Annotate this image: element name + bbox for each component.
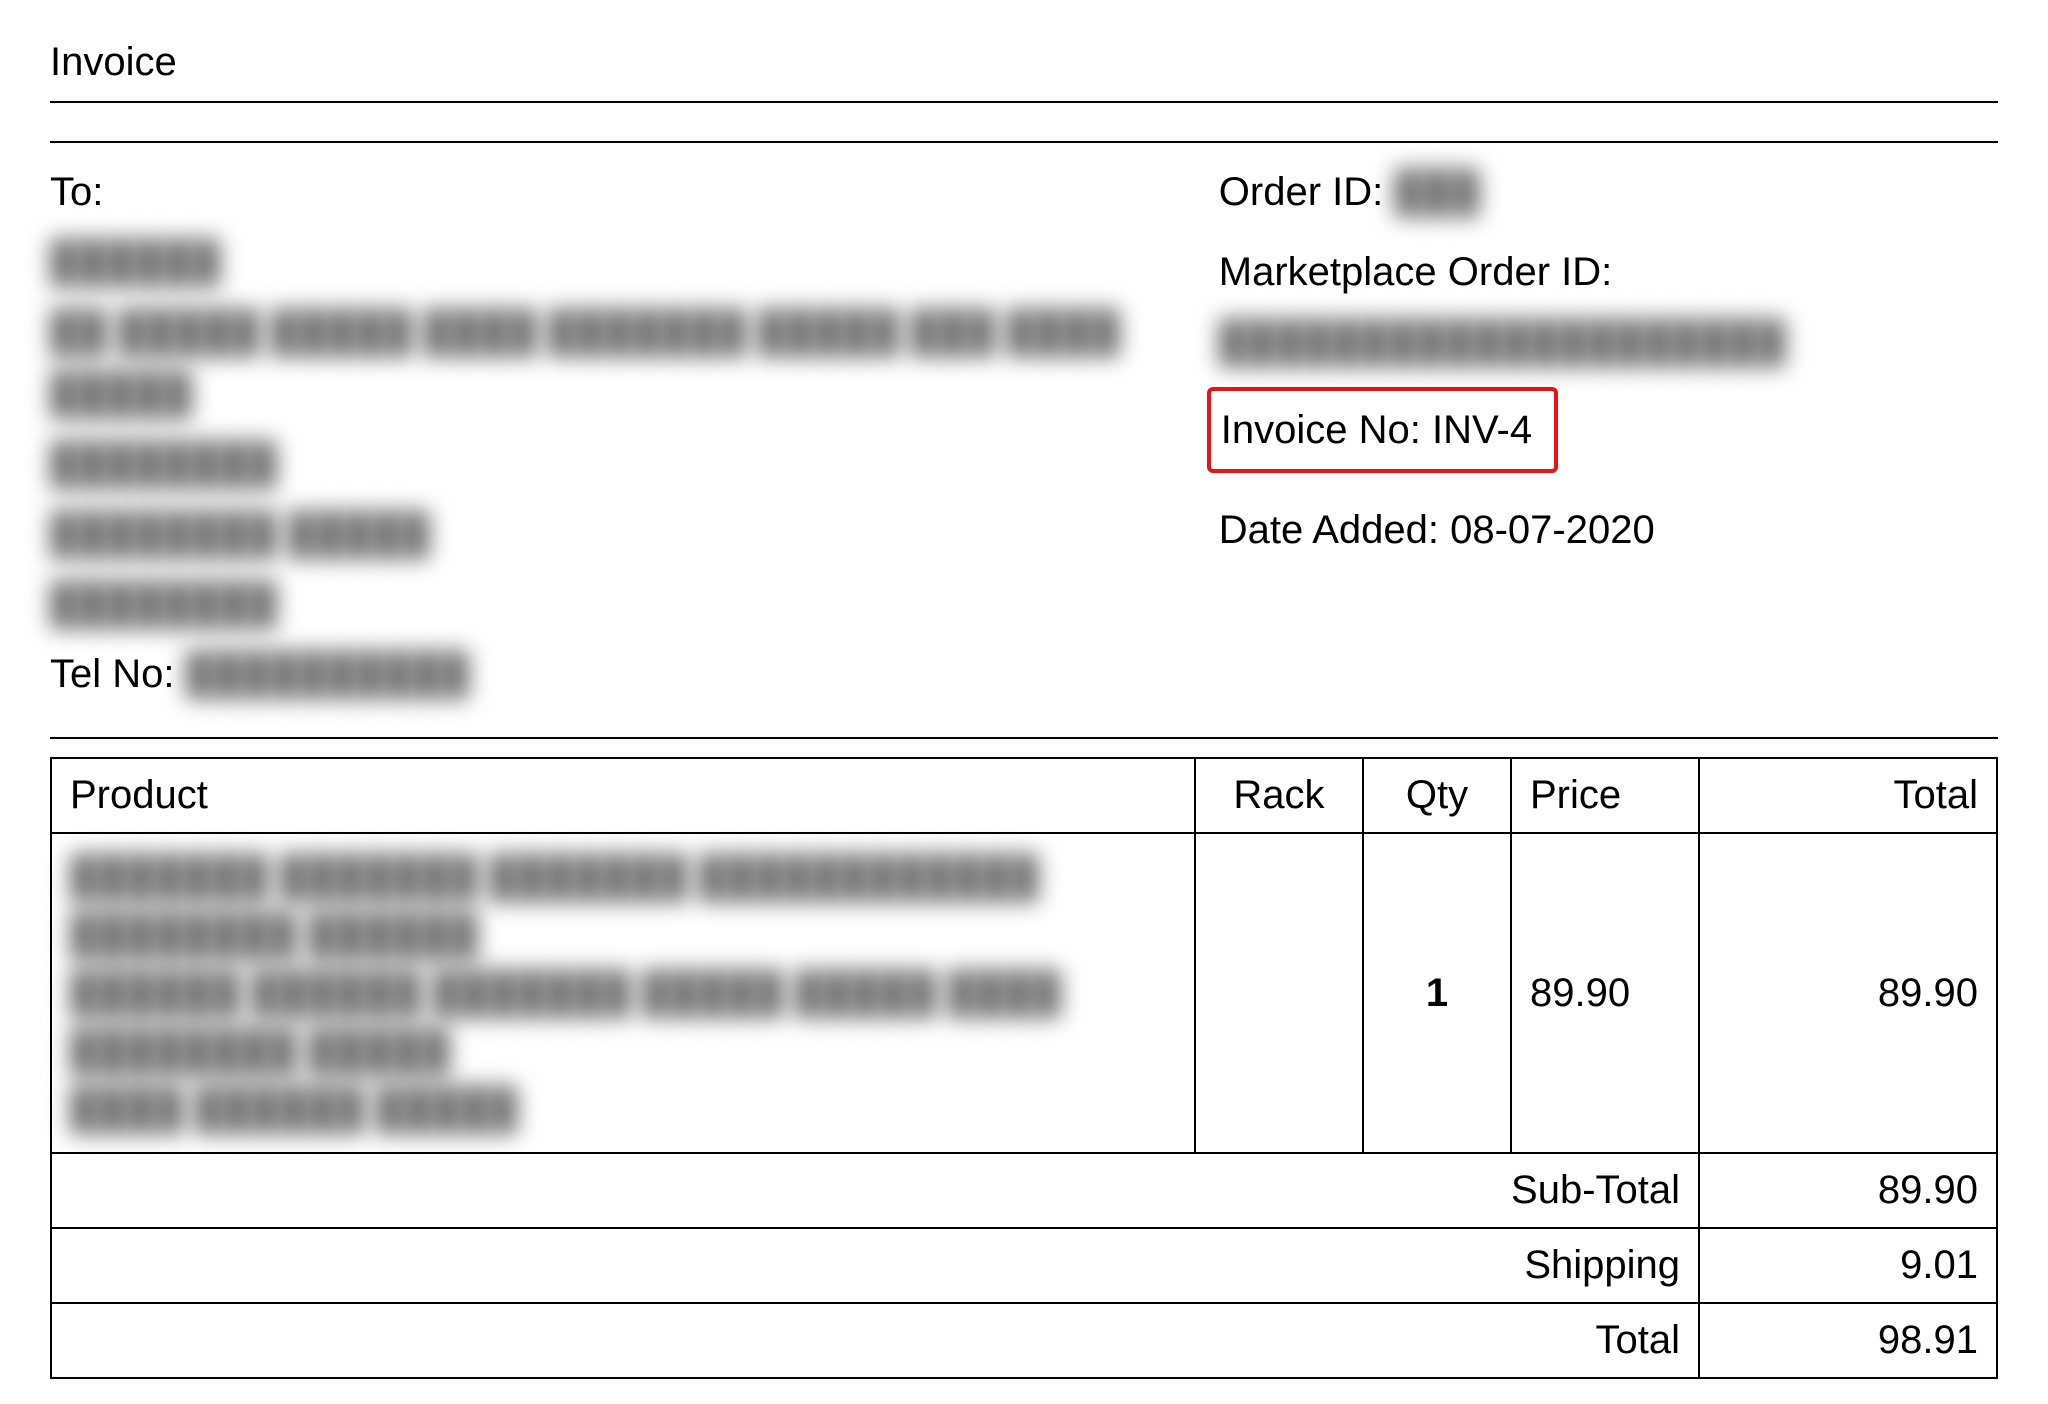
col-total: Total bbox=[1699, 758, 1997, 833]
divider-top-1 bbox=[50, 101, 1998, 103]
summary-row-subtotal: Sub-Total 89.90 bbox=[51, 1153, 1997, 1228]
order-meta-block: Order ID: ███ Marketplace Order ID: ████… bbox=[1219, 161, 1998, 713]
tel-value-redacted: ██████████ bbox=[186, 643, 469, 705]
recipient-addr-line-2: ████████ bbox=[50, 433, 1189, 495]
invoice-page: Invoice To: ██████ ██ █████ █████ ████ █… bbox=[0, 0, 2048, 1404]
marketplace-id-label: Marketplace Order ID: bbox=[1219, 241, 1998, 303]
page-title: Invoice bbox=[50, 40, 1998, 85]
invoice-no-label: Invoice No: bbox=[1221, 408, 1421, 452]
shipping-value: 9.01 bbox=[1699, 1228, 1997, 1303]
date-added-label: Date Added: bbox=[1219, 508, 1439, 552]
cell-price: 89.90 bbox=[1511, 833, 1699, 1153]
cell-product: ███████ ███████ ███████ ████████████ ███… bbox=[51, 833, 1195, 1153]
product-line-1: ███████ ███████ ███████ ████████████ ███… bbox=[70, 848, 1176, 964]
subtotal-value: 89.90 bbox=[1699, 1153, 1997, 1228]
invoice-no-value: INV-4 bbox=[1432, 408, 1532, 452]
product-line-4: ████ ██████ █████ bbox=[70, 1080, 1176, 1138]
line-items-table: Product Rack Qty Price Total ███████ ███… bbox=[50, 757, 1998, 1379]
total-value: 98.91 bbox=[1699, 1303, 1997, 1378]
tel-row: Tel No: ██████████ bbox=[50, 643, 1189, 705]
total-label: Total bbox=[51, 1303, 1699, 1378]
date-added-value: 08-07-2020 bbox=[1450, 508, 1655, 552]
to-label: To: bbox=[50, 161, 1189, 223]
col-qty: Qty bbox=[1363, 758, 1511, 833]
recipient-name-redacted: ██████ bbox=[50, 231, 1189, 293]
recipient-addr-line-3: ████████ █████ bbox=[50, 503, 1189, 565]
col-price: Price bbox=[1511, 758, 1699, 833]
col-product: Product bbox=[51, 758, 1195, 833]
marketplace-id-value-redacted: ████████████████████ bbox=[1219, 311, 1998, 373]
summary-row-total: Total 98.91 bbox=[51, 1303, 1997, 1378]
table-row: ███████ ███████ ███████ ████████████ ███… bbox=[51, 833, 1997, 1153]
subtotal-label: Sub-Total bbox=[51, 1153, 1699, 1228]
cell-qty: 1 bbox=[1363, 833, 1511, 1153]
recipient-addr-line-1: ██ █████ █████ ████ ███████ █████ ███ ██… bbox=[50, 301, 1189, 425]
date-added-row: Date Added: 08-07-2020 bbox=[1219, 499, 1998, 561]
shipping-label: Shipping bbox=[51, 1228, 1699, 1303]
order-id-label: Order ID: bbox=[1219, 161, 1383, 223]
order-id-value-redacted: ███ bbox=[1394, 161, 1479, 223]
cell-rack bbox=[1195, 833, 1363, 1153]
cell-total: 89.90 bbox=[1699, 833, 1997, 1153]
tel-label: Tel No: bbox=[50, 643, 175, 705]
product-line-2: ██████ ██████ ███████ █████ █████ ████ bbox=[70, 964, 1176, 1022]
product-line-3: ████████ █████ bbox=[70, 1022, 1176, 1080]
recipient-block: To: ██████ ██ █████ █████ ████ ███████ █… bbox=[50, 161, 1219, 713]
order-id-row: Order ID: ███ bbox=[1219, 161, 1998, 223]
divider-before-table bbox=[50, 737, 1998, 739]
table-header-row: Product Rack Qty Price Total bbox=[51, 758, 1997, 833]
summary-row-shipping: Shipping 9.01 bbox=[51, 1228, 1997, 1303]
info-section: To: ██████ ██ █████ █████ ████ ███████ █… bbox=[50, 161, 1998, 713]
divider-top-2 bbox=[50, 141, 1998, 143]
recipient-addr-line-4: ████████ bbox=[50, 573, 1189, 635]
col-rack: Rack bbox=[1195, 758, 1363, 833]
invoice-number-highlight: Invoice No: INV-4 bbox=[1207, 387, 1558, 473]
